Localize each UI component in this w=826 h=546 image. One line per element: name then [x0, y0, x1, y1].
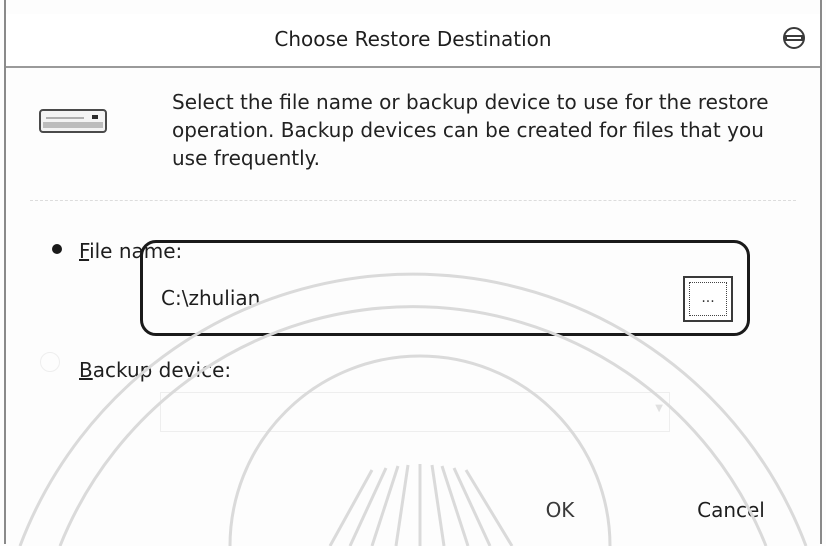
browse-button[interactable]: ...: [683, 276, 733, 322]
dialog-title: Choose Restore Destination: [274, 27, 552, 51]
file-name-radio[interactable]: [52, 244, 62, 254]
dialog-description: Select the file name or backup device to…: [172, 90, 769, 170]
title-bar: Choose Restore Destination: [6, 14, 820, 68]
backup-device-label: Backup device:: [79, 358, 231, 382]
separator: [30, 200, 796, 201]
browse-button-label: ...: [689, 282, 727, 316]
backup-device-select[interactable]: ▼: [160, 392, 670, 432]
help-icon[interactable]: [782, 26, 806, 50]
drive-icon: [39, 109, 107, 133]
restore-destination-dialog: Choose Restore Destination Select the fi…: [0, 0, 826, 546]
cancel-button[interactable]: Cancel: [668, 488, 794, 532]
file-name-input[interactable]: [161, 280, 673, 316]
chevron-down-icon: ▼: [655, 403, 663, 414]
backup-device-mnemonic: B: [79, 358, 93, 382]
backup-device-radio[interactable]: [40, 352, 60, 372]
file-name-mnemonic: F: [79, 239, 90, 263]
ok-button[interactable]: OK: [500, 488, 620, 532]
backup-device-label-text: ackup device:: [92, 358, 232, 382]
